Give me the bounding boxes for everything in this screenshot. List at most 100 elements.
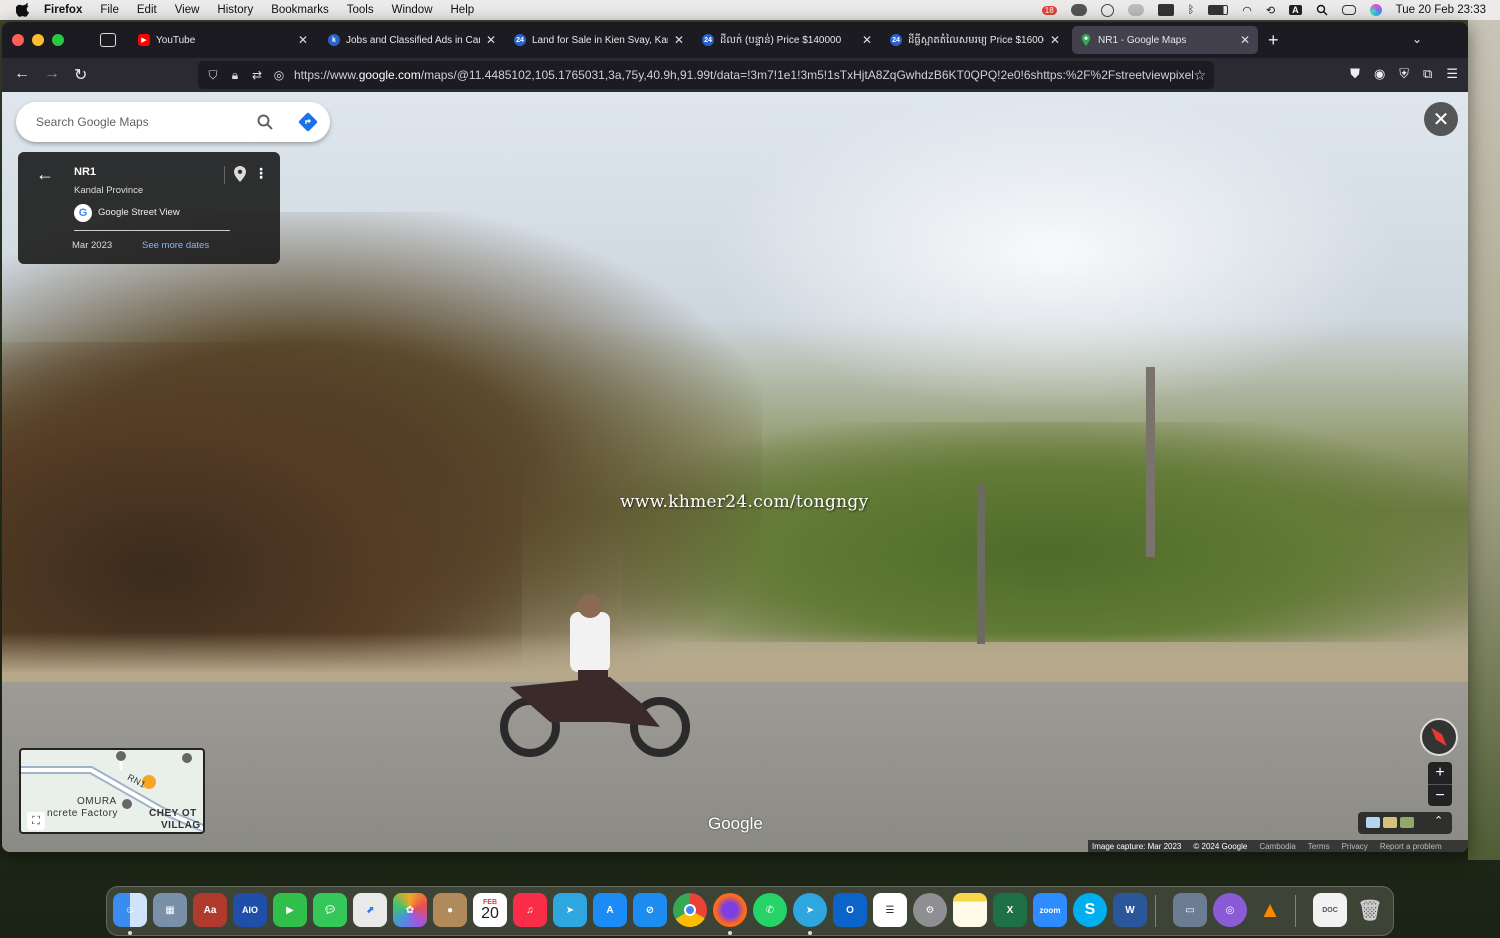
photo-thumbnail[interactable] — [1366, 817, 1380, 828]
trash-icon[interactable]: 🗑︎ — [1353, 893, 1387, 927]
finder-icon[interactable]: ☺ — [113, 893, 147, 927]
tab-close-icon[interactable]: ✕ — [1240, 33, 1250, 47]
spotlight-search-icon[interactable] — [1316, 4, 1328, 16]
minimize-window-button[interactable] — [32, 34, 44, 46]
tab-google-maps-active[interactable]: NR1 - Google Maps ✕ — [1072, 26, 1258, 54]
outlook-icon[interactable]: O — [833, 893, 867, 927]
search-input[interactable]: Search Google Maps — [36, 115, 149, 129]
reminders-icon[interactable]: ☰ — [873, 893, 907, 927]
directions-icon[interactable] — [298, 112, 318, 132]
account-icon[interactable]: ◉ — [1374, 66, 1385, 82]
menu-window[interactable]: Window — [392, 4, 433, 16]
torrent-icon[interactable]: ◎ — [1213, 893, 1247, 927]
word-icon[interactable]: W — [1113, 893, 1147, 927]
menu-edit[interactable]: Edit — [137, 4, 157, 16]
bookmark-star-icon[interactable]: ☆ — [1193, 67, 1206, 84]
report-problem-link[interactable]: Report a problem — [1380, 842, 1442, 851]
search-icon[interactable] — [256, 113, 274, 131]
maps-app-icon[interactable]: ⬈ — [353, 893, 387, 927]
lock-icon[interactable]: 🔒︎ — [228, 68, 242, 82]
menu-tools[interactable]: Tools — [347, 4, 374, 16]
menu-firefox[interactable]: Firefox — [44, 4, 82, 16]
tab-khmer24-land-kien-svay[interactable]: 24 Land for Sale in Kien Svay, Kand ✕ — [506, 26, 692, 54]
tab-khmer24-jobs[interactable]: k Jobs and Classified Ads in Cam ✕ — [320, 26, 504, 54]
music-icon[interactable]: ♫ — [513, 893, 547, 927]
messages-icon[interactable]: 💬︎ — [313, 893, 347, 927]
display-icon[interactable] — [1157, 4, 1174, 16]
tab-khmer24-land-16000[interactable]: 24 ដីធ្លីស្អាតតំលៃសមរម្យ Price $16000 ✕ — [882, 26, 1068, 54]
location-permission-icon[interactable]: ◎ — [272, 68, 286, 82]
tab-close-icon[interactable]: ✕ — [1050, 33, 1060, 47]
bluetooth-icon[interactable]: ᛒ — [1188, 4, 1195, 16]
street-view-panorama[interactable]: www.khmer24.com/tongngy Google Search Go… — [2, 92, 1468, 852]
list-all-tabs-icon[interactable]: ⌄ — [1412, 32, 1422, 46]
wifi-icon[interactable]: ◠ — [1242, 4, 1252, 17]
vpn-shield-icon[interactable]: ⛨ — [1399, 66, 1409, 82]
minimap[interactable]: RN1 OMURA ncrete Factory CHEY OT VILLAG … — [19, 748, 205, 834]
dictionary-icon[interactable]: Aa — [193, 893, 227, 927]
country-link[interactable]: Cambodia — [1259, 842, 1295, 851]
compass-icon[interactable] — [1420, 718, 1458, 756]
tab-overview-icon[interactable] — [100, 33, 116, 47]
contacts-icon[interactable]: ● — [433, 893, 467, 927]
control-center-icon[interactable] — [1341, 5, 1356, 15]
app-store-icon[interactable]: A — [593, 893, 627, 927]
tab-khmer24-land-140000[interactable]: 24 ដីលក់ (បន្ទាន់) Price $140000 ✕ — [694, 26, 880, 54]
new-tab-button[interactable]: + — [1268, 30, 1279, 51]
aio-app-icon[interactable]: AIO — [233, 893, 267, 927]
chevron-up-icon[interactable]: ⌃ — [1434, 814, 1443, 827]
excel-icon[interactable]: X — [993, 893, 1027, 927]
reload-icon[interactable]: ↻ — [74, 65, 87, 85]
whatsapp-icon[interactable]: ✆ — [753, 893, 787, 927]
extensions-icon[interactable]: ⧉ — [1423, 66, 1432, 82]
menu-hamburger-icon[interactable]: ☰ — [1446, 66, 1458, 82]
skype-icon[interactable]: S — [1073, 893, 1107, 927]
menu-file[interactable]: File — [100, 4, 119, 16]
permissions-icon[interactable]: ⇄ — [250, 68, 264, 82]
privacy-link[interactable]: Privacy — [1342, 842, 1368, 851]
zoom-in-button[interactable]: + — [1428, 762, 1452, 784]
input-source-indicator[interactable]: A — [1289, 5, 1302, 15]
terms-link[interactable]: Terms — [1308, 842, 1330, 851]
telegram-icon[interactable]: ➤ — [553, 893, 587, 927]
tab-close-icon[interactable]: ✕ — [674, 33, 684, 47]
cloud-sync-icon[interactable] — [1070, 4, 1087, 16]
menu-help[interactable]: Help — [451, 4, 475, 16]
system-settings-icon[interactable]: ⚙ — [913, 893, 947, 927]
menubar-clock[interactable]: Tue 20 Feb 23:33 — [1396, 4, 1486, 16]
telegram-desktop-icon[interactable]: ➤ — [793, 893, 827, 927]
menu-bookmarks[interactable]: Bookmarks — [271, 4, 329, 16]
tab-close-icon[interactable]: ✕ — [298, 33, 308, 47]
url-text[interactable]: https://www.google.com/maps/@11.4485102,… — [294, 68, 1193, 82]
close-street-view-button[interactable]: ✕ — [1424, 102, 1458, 136]
battery-icon[interactable] — [1208, 5, 1229, 15]
photo-thumbnail[interactable] — [1400, 817, 1414, 828]
tracking-protection-icon[interactable]: ⛉ — [206, 68, 220, 82]
forward-arrow-icon[interactable]: → — [44, 65, 60, 83]
zoom-out-button[interactable]: − — [1428, 785, 1452, 807]
expand-map-icon[interactable]: ⛶ — [27, 812, 45, 830]
notification-badge[interactable]: 18 — [1041, 5, 1057, 15]
apple-icon[interactable] — [16, 3, 30, 17]
safari-icon[interactable]: ⊘ — [633, 893, 667, 927]
photo-layers-control[interactable]: ⌃ — [1358, 812, 1452, 834]
tab-close-icon[interactable]: ✕ — [862, 33, 872, 47]
close-window-button[interactable] — [12, 34, 24, 46]
photo-thumbnail[interactable] — [1383, 817, 1397, 828]
zoom-icon[interactable]: zoom — [1033, 893, 1067, 927]
search-box[interactable]: Search Google Maps — [16, 102, 330, 142]
photos-icon[interactable]: ✿ — [393, 893, 427, 927]
menu-history[interactable]: History — [217, 4, 253, 16]
address-bar[interactable]: ⛉ 🔒︎ ⇄ ◎ https://www.google.com/maps/@11… — [198, 61, 1214, 89]
tab-close-icon[interactable]: ✕ — [486, 33, 496, 47]
firefox-icon[interactable] — [713, 893, 747, 927]
back-arrow-icon[interactable]: ← — [14, 65, 30, 83]
location-pin-icon[interactable] — [234, 166, 246, 182]
vlc-icon[interactable]: ▲ — [1253, 893, 1287, 927]
tab-youtube[interactable]: ▶ YouTube ✕ — [130, 26, 316, 54]
calendar-icon[interactable]: FEB 20 — [473, 893, 507, 927]
chatgpt-icon[interactable] — [1100, 3, 1114, 17]
preview-icon[interactable]: ▭ — [1173, 893, 1207, 927]
notes-icon[interactable] — [953, 893, 987, 927]
back-arrow-icon[interactable]: ← — [36, 164, 54, 185]
